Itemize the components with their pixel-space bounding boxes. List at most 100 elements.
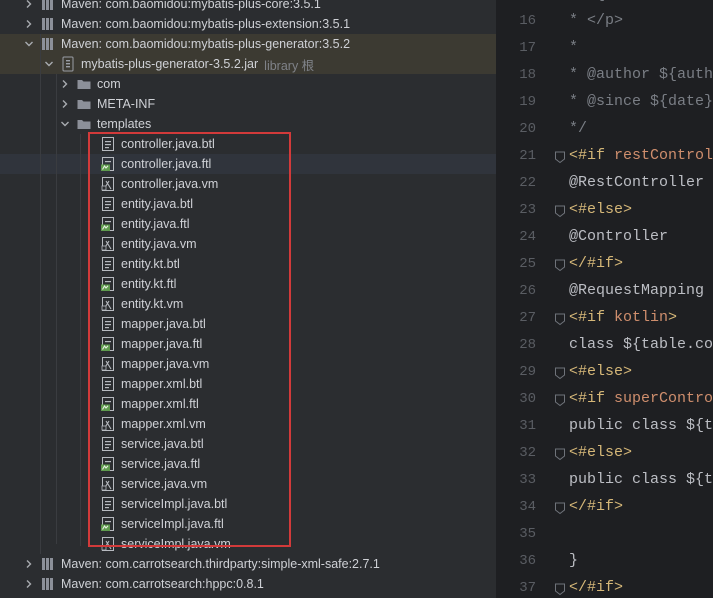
code-token: * </p> bbox=[569, 12, 624, 29]
code-token: <#if bbox=[569, 147, 615, 164]
fold-marker-icon[interactable] bbox=[554, 258, 566, 272]
highlight-box bbox=[88, 132, 291, 547]
tree-node-label: Maven: com.carrotsearch:hppc:0.8.1 bbox=[61, 577, 264, 591]
library-icon bbox=[40, 36, 56, 52]
line-number: 31 bbox=[519, 418, 536, 434]
tree-node-label: Maven: com.baomidou:mybatis-plus-core:3.… bbox=[61, 0, 321, 11]
indent-guide bbox=[40, 34, 41, 554]
tree-node-label: com bbox=[97, 77, 121, 91]
code-line[interactable]: <#else> bbox=[569, 363, 632, 380]
code-token: @RestController bbox=[569, 174, 705, 191]
tree-node-label: templates bbox=[97, 117, 152, 131]
line-number: 32 bbox=[519, 445, 536, 461]
chevron-right-icon[interactable] bbox=[23, 578, 35, 590]
line-number: 18 bbox=[519, 67, 536, 83]
code-line[interactable]: </#if> bbox=[569, 498, 623, 515]
fold-marker-icon[interactable] bbox=[554, 150, 566, 164]
tree-node-label: META-INF bbox=[97, 97, 156, 111]
code-token: <#else> bbox=[569, 363, 633, 380]
code-line[interactable]: * @author ${author} bbox=[569, 66, 713, 83]
fold-marker-icon[interactable] bbox=[554, 501, 566, 515]
fold-marker-icon[interactable] bbox=[554, 366, 566, 380]
indent-guide bbox=[56, 74, 57, 544]
chevron-right-icon[interactable] bbox=[23, 18, 35, 30]
code-line[interactable]: @RequestMapping bbox=[569, 282, 704, 299]
code-token: <#else> bbox=[569, 444, 633, 461]
code-token: @RequestMapping bbox=[569, 282, 705, 299]
fold-marker-icon[interactable] bbox=[554, 204, 566, 218]
code-editor[interactable]: * ${table.comment!} 16 * </p> 17 * 18 * @autho… bbox=[496, 0, 713, 598]
code-line[interactable]: @Controller bbox=[569, 228, 668, 245]
code-token: </#if> bbox=[569, 579, 624, 596]
line-number: 21 bbox=[519, 148, 536, 164]
folder-icon bbox=[76, 96, 92, 112]
jar-icon bbox=[60, 56, 76, 72]
code-token: * bbox=[569, 39, 579, 56]
line-number: 30 bbox=[519, 391, 536, 407]
line-number: 24 bbox=[519, 229, 536, 245]
code-token: * @author ${author} bbox=[569, 66, 713, 83]
code-line[interactable]: <#if kotlin> bbox=[569, 309, 677, 326]
line-number: 19 bbox=[519, 94, 536, 110]
tree-node[interactable]: Maven: com.fasterxml.jackson.core:jackso… bbox=[0, 594, 496, 598]
code-line[interactable]: public class ${table.controllerName} bbox=[569, 417, 713, 434]
chevron-right-icon[interactable] bbox=[59, 78, 71, 90]
library-icon bbox=[40, 16, 56, 32]
tree-node[interactable]: Maven: com.baomidou:mybatis-plus-core:3.… bbox=[0, 0, 496, 14]
code-token: * @since ${date} bbox=[569, 93, 713, 110]
code-line[interactable]: * bbox=[569, 39, 578, 56]
chevron-right-icon[interactable] bbox=[23, 558, 35, 570]
code-token: public class ${table.controllerName} bbox=[569, 471, 713, 488]
tree-node[interactable]: Maven: com.baomidou:mybatis-plus-extensi… bbox=[0, 14, 496, 34]
code-token: </#if> bbox=[569, 498, 624, 515]
line-number: 20 bbox=[519, 121, 536, 137]
code-line[interactable]: * @since ${date} bbox=[569, 93, 713, 110]
code-line[interactable]: @RestController bbox=[569, 174, 704, 191]
fold-marker-icon[interactable] bbox=[554, 312, 566, 326]
tree-node-label: Maven: com.baomidou:mybatis-plus-generat… bbox=[61, 37, 351, 51]
tree-node[interactable]: META-INF bbox=[0, 94, 496, 114]
code-line[interactable]: public class ${table.controllerName} bbox=[569, 471, 713, 488]
code-line[interactable]: <#else> bbox=[569, 201, 632, 218]
line-number: 34 bbox=[519, 499, 536, 515]
fold-marker-icon[interactable] bbox=[554, 582, 566, 596]
tree-node[interactable]: Maven: com.carrotsearch:hppc:0.8.1 bbox=[0, 574, 496, 594]
code-line[interactable]: </#if> bbox=[569, 579, 623, 596]
code-token: superControllerClass bbox=[614, 390, 713, 407]
code-token: @Controller bbox=[569, 228, 669, 245]
code-line[interactable]: </#if> bbox=[569, 255, 623, 272]
line-number: 25 bbox=[519, 256, 536, 272]
chevron-right-icon[interactable] bbox=[23, 0, 35, 10]
tree-node[interactable]: mybatis-plus-generator-3.5.2.jar library … bbox=[0, 54, 496, 74]
chevron-down-icon[interactable] bbox=[23, 38, 35, 50]
indent-guide bbox=[80, 134, 81, 546]
code-token: } bbox=[569, 552, 579, 569]
code-line[interactable]: * ${table.comment!} bbox=[569, 0, 713, 3]
code-line[interactable]: class ${table.controllerName} bbox=[569, 336, 713, 353]
code-token: <#if bbox=[569, 390, 615, 407]
chevron-right-icon[interactable] bbox=[59, 98, 71, 110]
library-icon bbox=[40, 576, 56, 592]
code-token: <#if bbox=[569, 309, 615, 326]
code-line[interactable]: <#else> bbox=[569, 444, 632, 461]
library-icon bbox=[40, 0, 56, 12]
code-token: public class ${table.controllerName} bbox=[569, 417, 713, 434]
line-number: 36 bbox=[519, 553, 536, 569]
tree-node[interactable]: templates bbox=[0, 114, 496, 134]
line-number: 27 bbox=[519, 310, 536, 326]
code-line[interactable]: */ bbox=[569, 120, 587, 137]
code-line[interactable]: * </p> bbox=[569, 12, 623, 29]
chevron-down-icon[interactable] bbox=[59, 118, 71, 130]
fold-marker-icon[interactable] bbox=[554, 393, 566, 407]
tree-node-label: Maven: com.carrotsearch.thirdparty:simpl… bbox=[61, 557, 380, 571]
tree-node[interactable]: Maven: com.baomidou:mybatis-plus-generat… bbox=[0, 34, 496, 54]
code-line[interactable]: <#if superControllerClass??> bbox=[569, 390, 713, 407]
line-number: 26 bbox=[519, 283, 536, 299]
chevron-down-icon[interactable] bbox=[43, 58, 55, 70]
code-line[interactable]: } bbox=[569, 552, 578, 569]
code-line[interactable]: <#if restControllerStyle> bbox=[569, 147, 713, 164]
tree-node[interactable]: com bbox=[0, 74, 496, 94]
tree-node[interactable]: Maven: com.carrotsearch.thirdparty:simpl… bbox=[0, 554, 496, 574]
fold-marker-icon[interactable] bbox=[554, 447, 566, 461]
line-number: 16 bbox=[519, 13, 536, 29]
